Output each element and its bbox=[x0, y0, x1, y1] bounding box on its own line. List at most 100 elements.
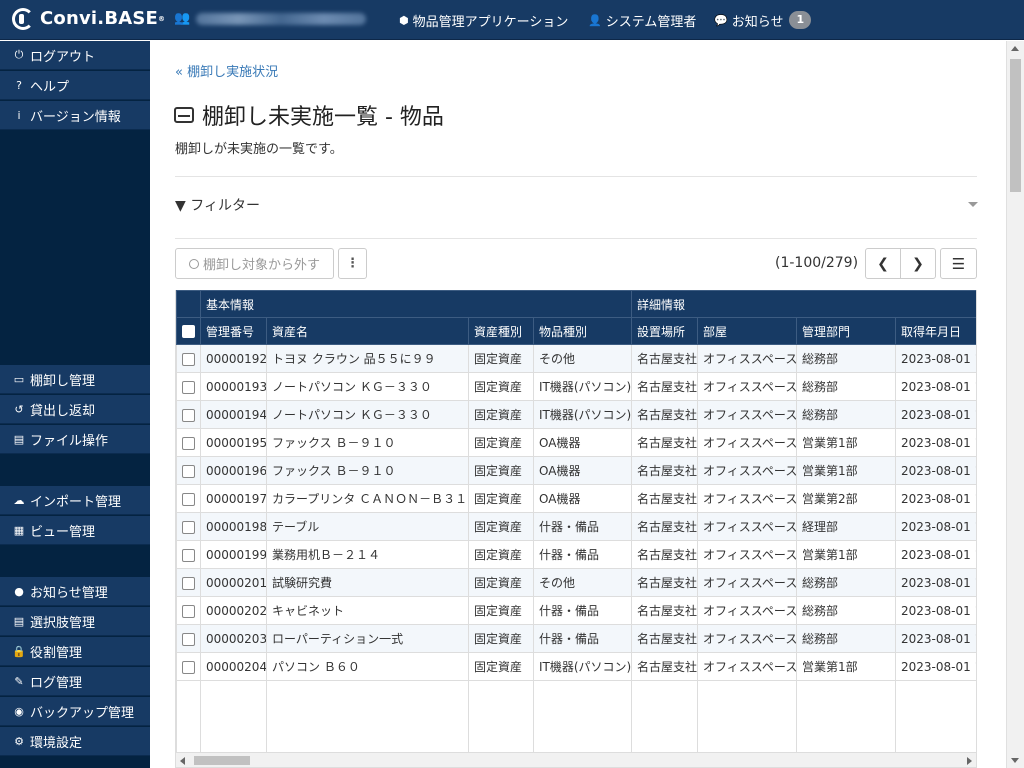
next-page-button[interactable]: ❯ bbox=[900, 248, 936, 279]
users-icon[interactable]: 👥 bbox=[174, 11, 190, 26]
sidebar-item-help[interactable]: ? ヘルプ bbox=[0, 71, 150, 100]
row-checkbox[interactable] bbox=[182, 632, 195, 646]
sidebar-item-views[interactable]: ▦ ビュー管理 bbox=[0, 516, 150, 545]
sidebar-item-lending[interactable]: ↺ 貸出し返却 bbox=[0, 395, 150, 424]
sidebar-item-inventory[interactable]: ▭ 棚卸し管理 bbox=[0, 365, 150, 394]
table-row[interactable]: 00000199 業務用机Ｂ－２１４ 固定資産 什器・備品 名古屋支社 オフィススペース営… bbox=[176, 540, 976, 569]
row-checkbox[interactable] bbox=[182, 352, 195, 366]
table-cell: 固定資産 bbox=[468, 568, 534, 597]
table-row[interactable]: 00000201 試験研究費 固定資産 その他 名古屋支社 オフィススペース 総務部 2023… bbox=[176, 568, 976, 597]
divider bbox=[175, 238, 977, 239]
table-row[interactable]: 00000192 トヨヌ クラウン 品５５に９９ 固定資産 その他 名古屋支社 オフィスス… bbox=[176, 344, 976, 373]
table-row[interactable]: 00000193 ノートパソコン ＫＧ－３３０ 固定資産 IT機器(パソコン) 名古屋支… bbox=[176, 372, 976, 401]
table-cell: オフィススペース bbox=[697, 596, 798, 625]
column-header[interactable]: 資産種別 bbox=[468, 317, 534, 345]
table-row[interactable]: 00000202 キャビネット 固定資産 什器・備品 名古屋支社 オフィススペース 総務部 2… bbox=[176, 596, 976, 625]
row-checkbox[interactable] bbox=[182, 492, 195, 506]
brand-logo[interactable]: Convi.BASE® bbox=[12, 8, 165, 30]
scroll-left-icon[interactable] bbox=[180, 757, 185, 765]
sidebar-item-options[interactable]: ▤ 選択肢管理 bbox=[0, 607, 150, 636]
row-checkbox[interactable] bbox=[182, 604, 195, 618]
select-all-checkbox[interactable] bbox=[182, 325, 195, 338]
row-checkbox[interactable] bbox=[182, 436, 195, 450]
vertical-scroll-thumb[interactable] bbox=[1010, 59, 1021, 192]
ellipsis-vertical-icon: ⋮ bbox=[346, 256, 359, 271]
horizontal-scrollbar[interactable] bbox=[175, 752, 977, 768]
row-checkbox[interactable] bbox=[182, 660, 195, 674]
table-row[interactable]: 00000198 テーブル 固定資産 什器・備品 名古屋支社 オフィススペース 経理部 202… bbox=[176, 512, 976, 541]
horizontal-scroll-thumb[interactable] bbox=[194, 756, 250, 765]
table-row[interactable]: 00000196 ファックス Ｂ－９１０ 固定資産 OA機器 名古屋支社 オフィススペース… bbox=[176, 456, 976, 485]
sidebar-item-import[interactable]: ☁ インポート管理 bbox=[0, 486, 150, 515]
sidebar-item-backup[interactable]: ◉ バックアップ管理 bbox=[0, 697, 150, 726]
sidebar-item-notices[interactable]: ● お知らせ管理 bbox=[0, 577, 150, 606]
row-checkbox-cell[interactable] bbox=[176, 652, 201, 681]
cube-icon: ⬢ bbox=[399, 13, 409, 27]
nav-system-admin[interactable]: 👤 システム管理者 bbox=[588, 0, 696, 40]
column-menu-button[interactable]: ☰ bbox=[940, 248, 977, 279]
nav-application[interactable]: ⬢ 物品管理アプリケーション bbox=[399, 0, 568, 40]
row-checkbox-cell[interactable] bbox=[176, 624, 201, 653]
sidebar-item-version[interactable]: i バージョン情報 bbox=[0, 101, 150, 130]
undo-icon: ↺ bbox=[14, 402, 24, 416]
more-actions-button[interactable]: ⋮ bbox=[338, 248, 367, 279]
table-cell: 2023-08-01 10:00 bbox=[895, 484, 976, 513]
row-checkbox-cell[interactable] bbox=[176, 484, 201, 513]
column-header[interactable]: 資産名 bbox=[266, 317, 469, 345]
row-checkbox-cell[interactable] bbox=[176, 428, 201, 457]
table-row[interactable]: 00000194 ノートパソコン ＫＧ－３３０ 固定資産 IT機器(パソコン) 名古屋支… bbox=[176, 400, 976, 429]
row-checkbox-cell[interactable] bbox=[176, 596, 201, 625]
sidebar-item-label: バックアップ管理 bbox=[30, 705, 135, 721]
caret-down-icon[interactable] bbox=[968, 202, 978, 207]
sidebar-item-roles[interactable]: 🔒 役割管理 bbox=[0, 637, 150, 666]
sidebar-item-logs[interactable]: ✎ ログ管理 bbox=[0, 667, 150, 696]
row-checkbox-cell[interactable] bbox=[176, 456, 201, 485]
table-row[interactable]: 00000204 パソコン Ｂ６０ 固定資産 IT機器(パソコン) 名古屋支社 オフィスス… bbox=[176, 652, 976, 681]
back-link-inventory-status[interactable]: « 棚卸し実施状況 bbox=[175, 61, 278, 80]
sidebar-item-logout[interactable]: ⏻ ログアウト bbox=[0, 41, 150, 70]
row-checkbox-cell[interactable] bbox=[176, 540, 201, 569]
select-all-checkbox-cell[interactable] bbox=[176, 317, 201, 345]
sidebar: ⏻ ログアウト ? ヘルプ i バージョン情報 ▭ 棚卸し管理 ↺ 貸出し返却 … bbox=[0, 41, 150, 768]
row-checkbox[interactable] bbox=[182, 520, 195, 534]
column-header[interactable]: 設置場所 bbox=[631, 317, 699, 345]
edit-icon: ✎ bbox=[14, 674, 24, 688]
scroll-down-icon[interactable] bbox=[1011, 758, 1019, 763]
row-checkbox[interactable] bbox=[182, 408, 195, 422]
row-checkbox-cell[interactable] bbox=[176, 400, 201, 429]
nav-notifications[interactable]: 💬 お知らせ 1 bbox=[714, 0, 812, 40]
scroll-up-icon[interactable] bbox=[1011, 46, 1019, 51]
vertical-scrollbar[interactable] bbox=[1006, 41, 1024, 768]
table-cell: 経理部 bbox=[796, 512, 897, 541]
row-checkbox[interactable] bbox=[182, 380, 195, 394]
column-header[interactable]: 部屋 bbox=[697, 317, 798, 345]
sidebar-item-settings[interactable]: ⚙ 環境設定 bbox=[0, 727, 150, 756]
sidebar-item-label: バージョン情報 bbox=[30, 109, 121, 125]
row-checkbox[interactable] bbox=[182, 576, 195, 590]
table-cell: 00000199 bbox=[200, 540, 267, 569]
column-header[interactable]: 取得年月日 bbox=[895, 317, 976, 345]
power-icon: ⏻ bbox=[14, 48, 24, 61]
sidebar-item-label: ヘルプ bbox=[30, 79, 70, 95]
page-title-text: 棚卸し未実施一覧 - 物品 bbox=[202, 105, 444, 130]
filter-toggle[interactable]: ▼ フィルター bbox=[175, 195, 260, 215]
table-cell: 名古屋支社 bbox=[631, 456, 699, 485]
empty-cell bbox=[176, 680, 201, 752]
row-checkbox[interactable] bbox=[182, 464, 195, 478]
column-header[interactable]: 管理部門 bbox=[796, 317, 897, 345]
row-checkbox[interactable] bbox=[182, 548, 195, 562]
row-checkbox-cell[interactable] bbox=[176, 568, 201, 597]
column-header[interactable]: 管理番号 bbox=[200, 317, 267, 345]
row-checkbox-cell[interactable] bbox=[176, 344, 201, 373]
previous-page-button[interactable]: ❮ bbox=[865, 248, 901, 279]
row-checkbox-cell[interactable] bbox=[176, 372, 201, 401]
row-checkbox-cell[interactable] bbox=[176, 512, 201, 541]
exclude-from-inventory-button[interactable]: 棚卸し対象から外す bbox=[175, 248, 334, 279]
sidebar-item-file-ops[interactable]: ▤ ファイル操作 bbox=[0, 425, 150, 454]
table-cell: オフィススペース bbox=[697, 652, 798, 681]
table-row[interactable]: 00000195 ファックス Ｂ－９１０ 固定資産 OA機器 名古屋支社 オフィススペース… bbox=[176, 428, 976, 457]
table-row[interactable]: 00000203 ローパーティション一式 固定資産 什器・備品 名古屋支社 オフィススペー… bbox=[176, 624, 976, 653]
column-header[interactable]: 物品種別 bbox=[532, 317, 633, 345]
table-row[interactable]: 00000197 カラープリンタ ＣＡＮＯＮ－Ｂ３１０ 固定資産 OA機器 名古屋支社オ… bbox=[176, 484, 976, 513]
scroll-right-icon[interactable] bbox=[967, 757, 972, 765]
